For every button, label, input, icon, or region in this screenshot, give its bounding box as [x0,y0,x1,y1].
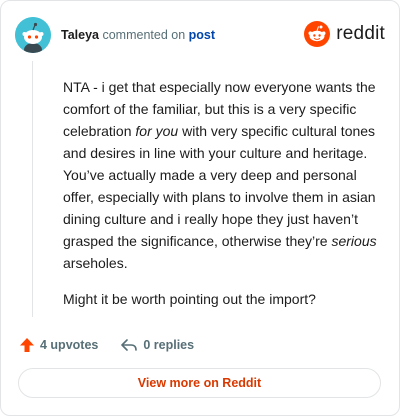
thread-line [32,61,33,317]
view-more-button[interactable]: View more on Reddit [18,368,381,398]
comment-body: NTA - i get that especially now everyone… [63,76,388,324]
replies-action[interactable]: 0 replies [120,337,194,353]
reddit-brand[interactable]: reddit [304,21,385,47]
reddit-logo-icon [304,21,331,47]
snoo-avatar-icon [15,17,51,53]
emphasis-for-you: for you [135,123,179,139]
replies-count: 0 replies [143,338,195,352]
comment-actions: 4 upvotes 0 replies [19,335,381,355]
comment-embed-card: Taleya commented on post reddit NTA - i … [0,0,400,416]
user-avatar[interactable] [15,17,51,53]
action-text: commented on [102,28,186,42]
post-link[interactable]: post [189,28,215,42]
upvotes-action[interactable]: 4 upvotes [19,337,98,353]
paragraph-1-text-c: arseholes. [63,255,128,271]
username-link[interactable]: Taleya [61,28,99,42]
comment-paragraph-1: NTA - i get that especially now everyone… [63,76,388,274]
comment-meta: Taleya commented on post [61,28,215,42]
reply-arrow-icon [121,339,138,351]
emphasis-serious: serious [331,233,377,249]
upvotes-count: 4 upvotes [40,338,99,352]
brand-wordmark: reddit [336,23,385,44]
comment-paragraph-2: Might it be worth pointing out the impor… [63,291,316,307]
upvote-arrow-icon [20,338,34,352]
paragraph-1-text-b: with very specific cultural tones and de… [63,123,376,249]
comment-header: Taleya commented on post reddit [15,15,385,55]
